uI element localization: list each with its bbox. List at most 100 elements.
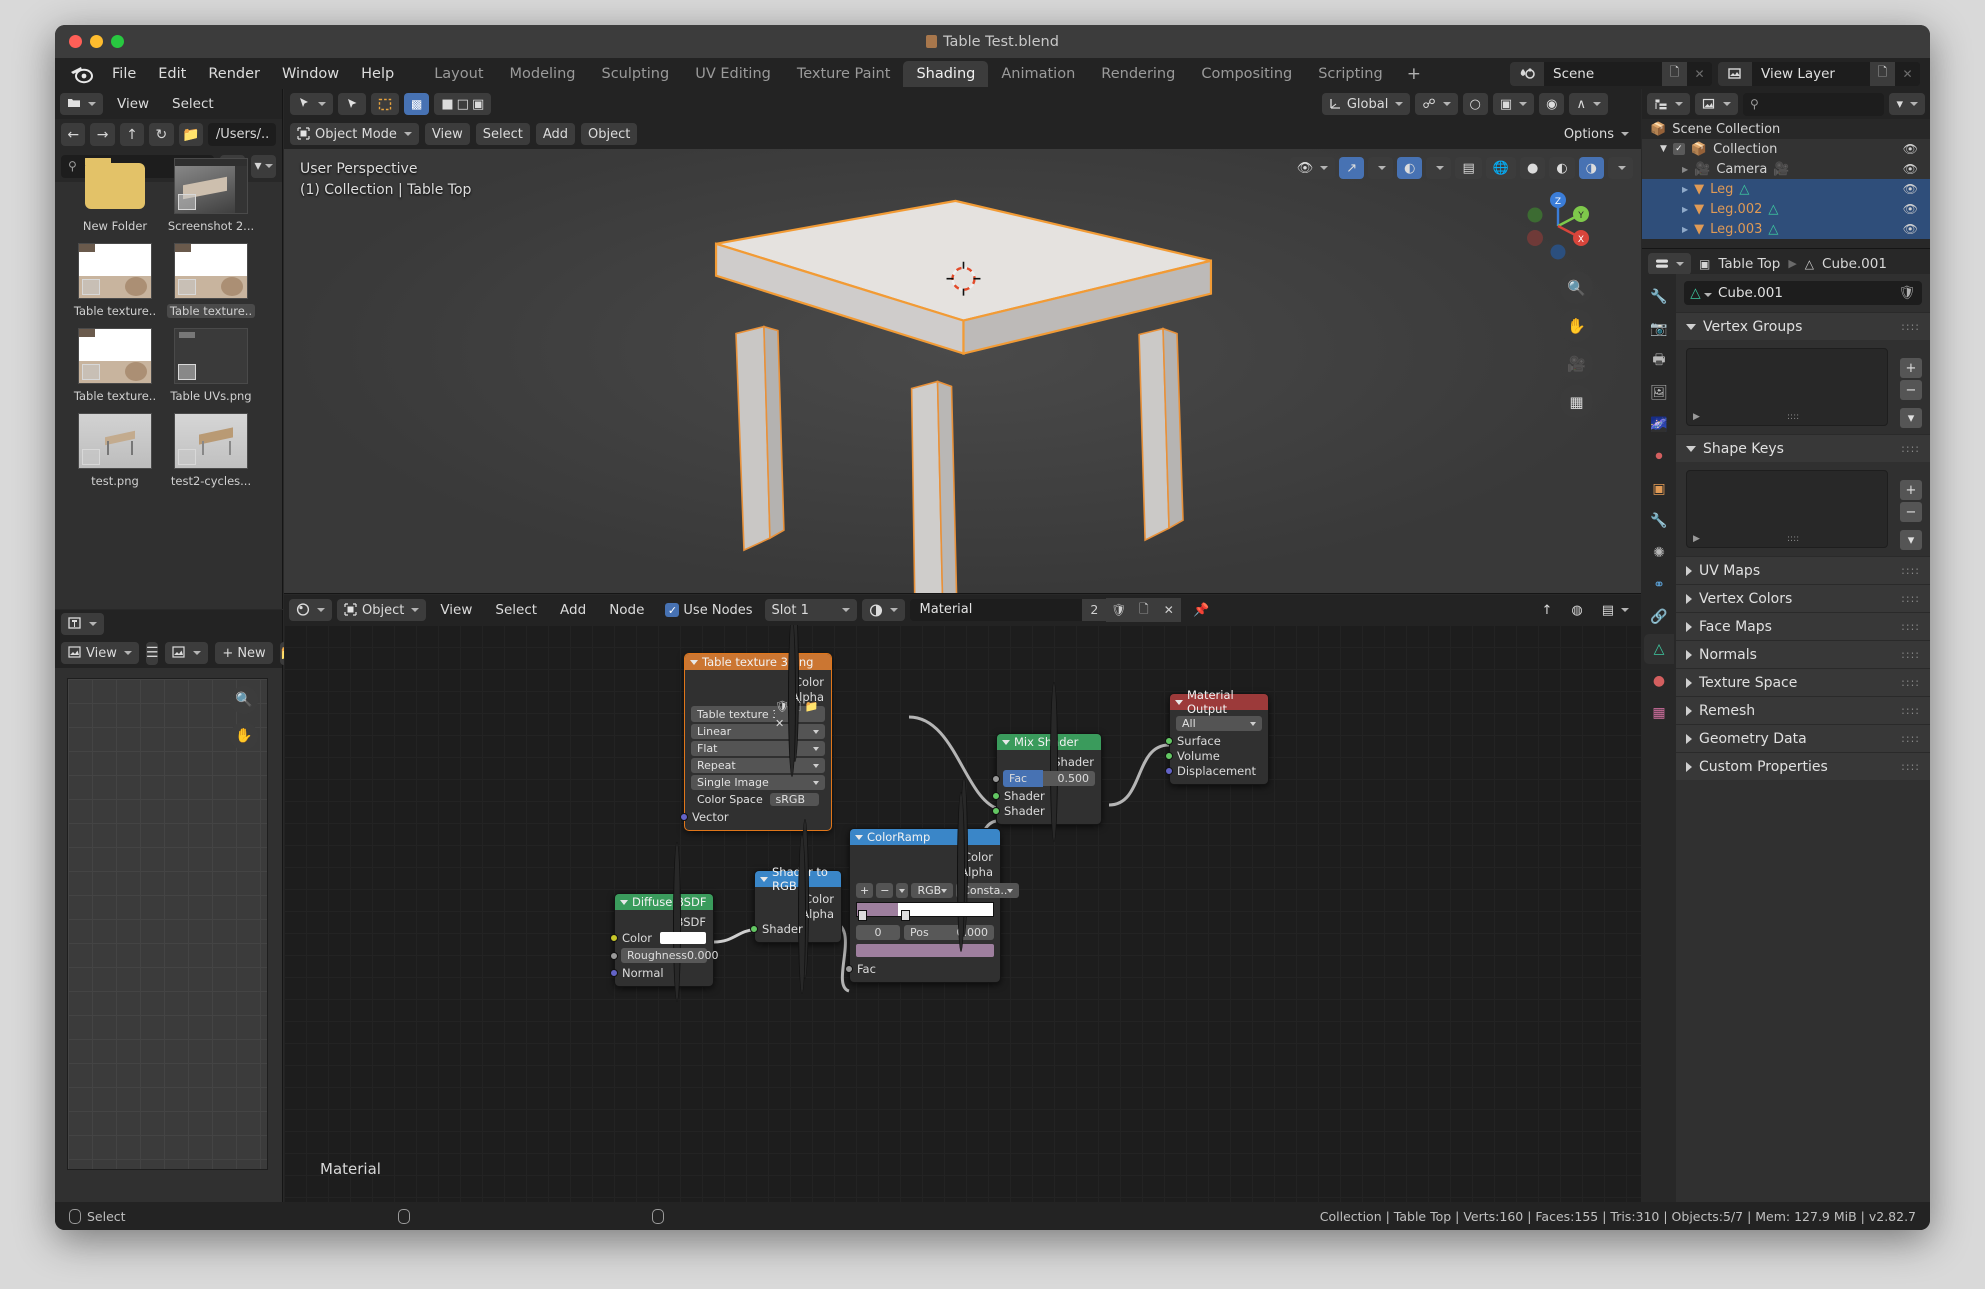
viewport-zoom-tool[interactable]: 🔍	[1560, 271, 1593, 304]
nav-parent-button[interactable]: ↑	[120, 123, 144, 146]
new-view-layer-button[interactable]: 🗋	[1870, 62, 1895, 86]
socket-row-alpha[interactable]: Alpha	[850, 864, 1000, 879]
tab-output[interactable]: 🖶	[1644, 346, 1674, 376]
collapse-icon[interactable]	[690, 660, 698, 665]
ramp-pos-field[interactable]: Pos0.000	[904, 925, 994, 940]
socket-row-normal[interactable]: Normal	[615, 965, 713, 980]
input-socket-surface[interactable]	[1165, 737, 1173, 745]
shading-rendered-button[interactable]: ◑	[1579, 157, 1604, 179]
node-header[interactable]: Diffuse BSDF	[615, 894, 713, 910]
viewport-canvas[interactable]: User Perspective (1) Collection | Table …	[284, 149, 1641, 593]
outliner-row-collection[interactable]: ▼ ✓ 📦 Collection 👁	[1642, 139, 1930, 159]
new-image-button[interactable]: + New	[215, 642, 272, 664]
overlays-toggle[interactable]: ◐	[1397, 157, 1422, 179]
image-datablock-selector[interactable]	[165, 642, 208, 664]
viewport-perspective-tool[interactable]: ▦	[1560, 385, 1593, 418]
viewport-menu-view[interactable]: View	[425, 123, 470, 145]
socket-row-color[interactable]: Color	[850, 849, 1000, 864]
socket-row-color[interactable]: Color	[685, 674, 831, 689]
input-socket-shader[interactable]	[750, 925, 758, 933]
expand-triangle-icon[interactable]: ▶	[1682, 165, 1688, 174]
node-header[interactable]: ColorRamp	[850, 829, 1000, 845]
shader-type-selector[interactable]: Object	[337, 599, 426, 621]
duplicate-material-button[interactable]: 🗋	[1131, 598, 1156, 622]
file-item-table-texture-3[interactable]: Table texture..	[71, 328, 159, 403]
ramp-stop-handle-0[interactable]	[858, 910, 867, 921]
unlink-scene-button[interactable]: ✕	[1687, 62, 1712, 86]
ramp-stop-handle-1[interactable]	[901, 910, 910, 921]
colorspace-value[interactable]: sRGB	[770, 793, 819, 806]
new-directory-button[interactable]: 📁	[179, 123, 203, 146]
socket-row-volume[interactable]: Volume	[1170, 748, 1268, 763]
editor-type-selector-shader[interactable]	[289, 599, 332, 621]
shader-menu-select[interactable]: Select	[486, 600, 546, 620]
socket-row-displacement[interactable]: Displacement	[1170, 763, 1268, 778]
tab-constraints[interactable]: 🔗	[1644, 602, 1674, 632]
tab-compositing[interactable]: Compositing	[1188, 61, 1305, 87]
editor-type-selector-filebrowser[interactable]	[60, 93, 103, 115]
panel-header-uv-maps[interactable]: UV Maps ::::	[1676, 556, 1930, 584]
file-item-screenshot[interactable]: Screenshot 2...	[167, 158, 255, 233]
ramp-stop-color-swatch[interactable]	[856, 944, 994, 957]
add-shape-key-button[interactable]: +	[1900, 480, 1922, 500]
expand-triangle-icon[interactable]: ▶	[1682, 205, 1688, 214]
panel-expand-icon[interactable]	[1686, 324, 1696, 330]
material-user-count[interactable]: 2	[1082, 599, 1106, 621]
menu-window[interactable]: Window	[271, 63, 350, 85]
vertex-groups-list[interactable]: ▶ ::::	[1686, 348, 1888, 426]
socket-row-alpha[interactable]: Alpha	[755, 906, 841, 921]
pivot-point-selector[interactable]: ◉	[1539, 93, 1564, 115]
shape-keys-list[interactable]: ▶ ::::	[1686, 470, 1888, 548]
material-browse-icon[interactable]	[862, 599, 905, 621]
input-socket-normal[interactable]	[610, 969, 618, 977]
image-datablock-field[interactable]: Table texture 3.p.. 🛡 🗋 📁 ✕	[691, 706, 825, 722]
list-expand-icon[interactable]: ▶	[1693, 412, 1700, 422]
expand-triangle-icon[interactable]: ▶	[1682, 185, 1688, 194]
collapse-icon[interactable]	[620, 900, 628, 905]
remove-stop-button[interactable]: −	[876, 883, 893, 898]
shader-menu-add[interactable]: Add	[551, 600, 595, 620]
shader-menu-node[interactable]: Node	[600, 600, 653, 620]
panel-header-normals[interactable]: Normals ::::	[1676, 640, 1930, 668]
menu-file[interactable]: File	[101, 63, 147, 85]
unlink-material-button[interactable]: ✕	[1156, 598, 1181, 622]
input-socket-color[interactable]	[610, 934, 618, 942]
input-socket-shader-1[interactable]	[992, 792, 1000, 800]
expand-triangle-icon[interactable]: ▼	[1660, 144, 1667, 154]
shader-menu-view[interactable]: View	[431, 600, 481, 620]
ramp-stop-index[interactable]: 0	[856, 925, 900, 940]
shading-options[interactable]	[1608, 157, 1633, 179]
xray-toggle[interactable]: ▤	[1455, 157, 1481, 179]
tab-physics[interactable]: ⚭	[1644, 570, 1674, 600]
tool-settings-icon-button[interactable]	[290, 93, 333, 115]
filebrowser-menu-select[interactable]: Select	[163, 94, 223, 114]
shading-wireframe-button[interactable]: 🌐	[1486, 157, 1516, 179]
panel-expand-icon[interactable]	[1686, 594, 1692, 604]
nav-refresh-button[interactable]: ↻	[149, 123, 173, 146]
shading-material-button[interactable]: ◐	[1549, 157, 1574, 179]
new-scene-button[interactable]: 🗋	[1662, 62, 1687, 86]
tab-layout[interactable]: Layout	[421, 61, 496, 87]
breadcrumb-object[interactable]: Table Top	[1718, 256, 1780, 272]
tab-texture-paint[interactable]: Texture Paint	[784, 61, 904, 87]
outliner-row-leg[interactable]: ▶ ▼ Leg △ 👁	[1642, 179, 1930, 199]
fake-user-shield-icon[interactable]: 🛡	[1892, 285, 1922, 301]
fac-value-field[interactable]: Fac 0.500	[1003, 771, 1095, 786]
overlay-options[interactable]	[1426, 157, 1451, 179]
scene-selector[interactable]: Scene 🗋 ✕	[1510, 62, 1712, 86]
tab-sculpting[interactable]: Sculpting	[588, 61, 682, 87]
panel-expand-icon[interactable]	[1686, 446, 1696, 452]
source-field[interactable]: Single Image	[691, 775, 825, 790]
datablock-name[interactable]: Cube.001	[1718, 285, 1892, 301]
proportional-editing-buttons[interactable]: ■ □ ▣	[434, 93, 491, 115]
mesh-datablock-field[interactable]: △ Cube.001 🛡	[1684, 281, 1922, 305]
file-item-new-folder[interactable]: New Folder	[71, 158, 159, 233]
editor-type-selector-outliner[interactable]	[1647, 93, 1690, 115]
socket-row-vector[interactable]: Vector	[685, 809, 831, 824]
expand-triangle-icon[interactable]: ▶	[1682, 225, 1688, 234]
nav-forward-button[interactable]: →	[90, 123, 114, 146]
tab-scene[interactable]: 🌌	[1644, 410, 1674, 440]
node-options-button[interactable]: ▤	[1595, 599, 1636, 621]
shading-solid-button[interactable]: ●	[1520, 157, 1545, 179]
menu-render[interactable]: Render	[197, 63, 271, 85]
